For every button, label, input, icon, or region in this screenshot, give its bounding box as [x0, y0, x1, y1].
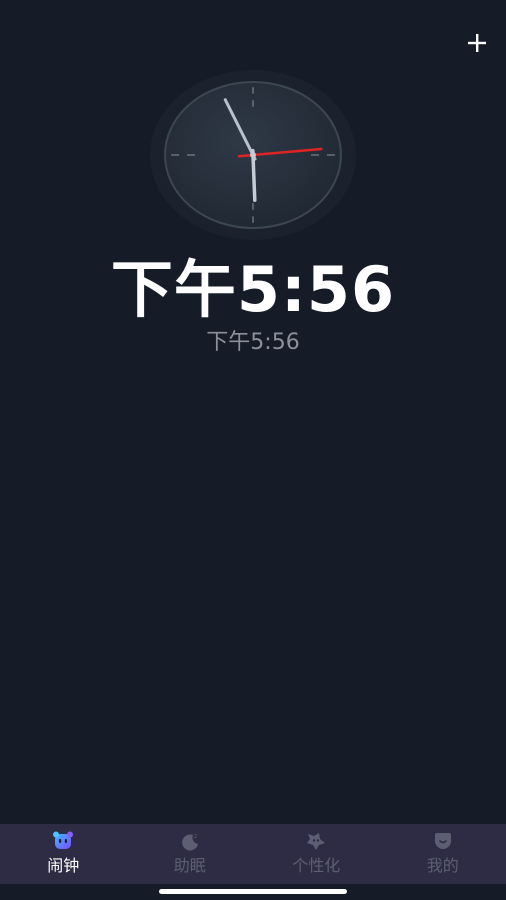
current-time-small: 下午5:56: [206, 330, 300, 355]
plus-icon: [468, 34, 486, 52]
add-alarm-button[interactable]: [462, 28, 492, 58]
alarm-clock-icon: [52, 831, 74, 851]
hour-hand: [251, 148, 257, 202]
tab-personalize[interactable]: 个性化: [253, 824, 380, 884]
svg-text:z: z: [194, 833, 197, 840]
tab-sleep[interactable]: z 助眠: [127, 824, 254, 884]
tab-label: 个性化: [292, 856, 341, 875]
clock-center: [250, 152, 256, 158]
tab-label: 我的: [426, 856, 459, 875]
bottom-tab-bar: 闹钟 z 助眠 个性化 我的: [0, 824, 506, 884]
alarm-home-screen: 下午5:56 下午5:56 闹钟 z 助眠 个性化 我的: [0, 0, 506, 900]
moon-icon: z: [179, 831, 201, 851]
tab-alarm[interactable]: 闹钟: [0, 824, 127, 884]
tab-label: 助眠: [173, 856, 206, 875]
tab-mine[interactable]: 我的: [380, 824, 506, 884]
personalize-icon: [305, 831, 327, 851]
home-indicator[interactable]: [159, 889, 347, 894]
analog-clock: [150, 70, 356, 240]
tab-label: 闹钟: [47, 856, 80, 875]
current-time-large: 下午5:56: [110, 253, 396, 326]
profile-icon: [432, 831, 454, 851]
